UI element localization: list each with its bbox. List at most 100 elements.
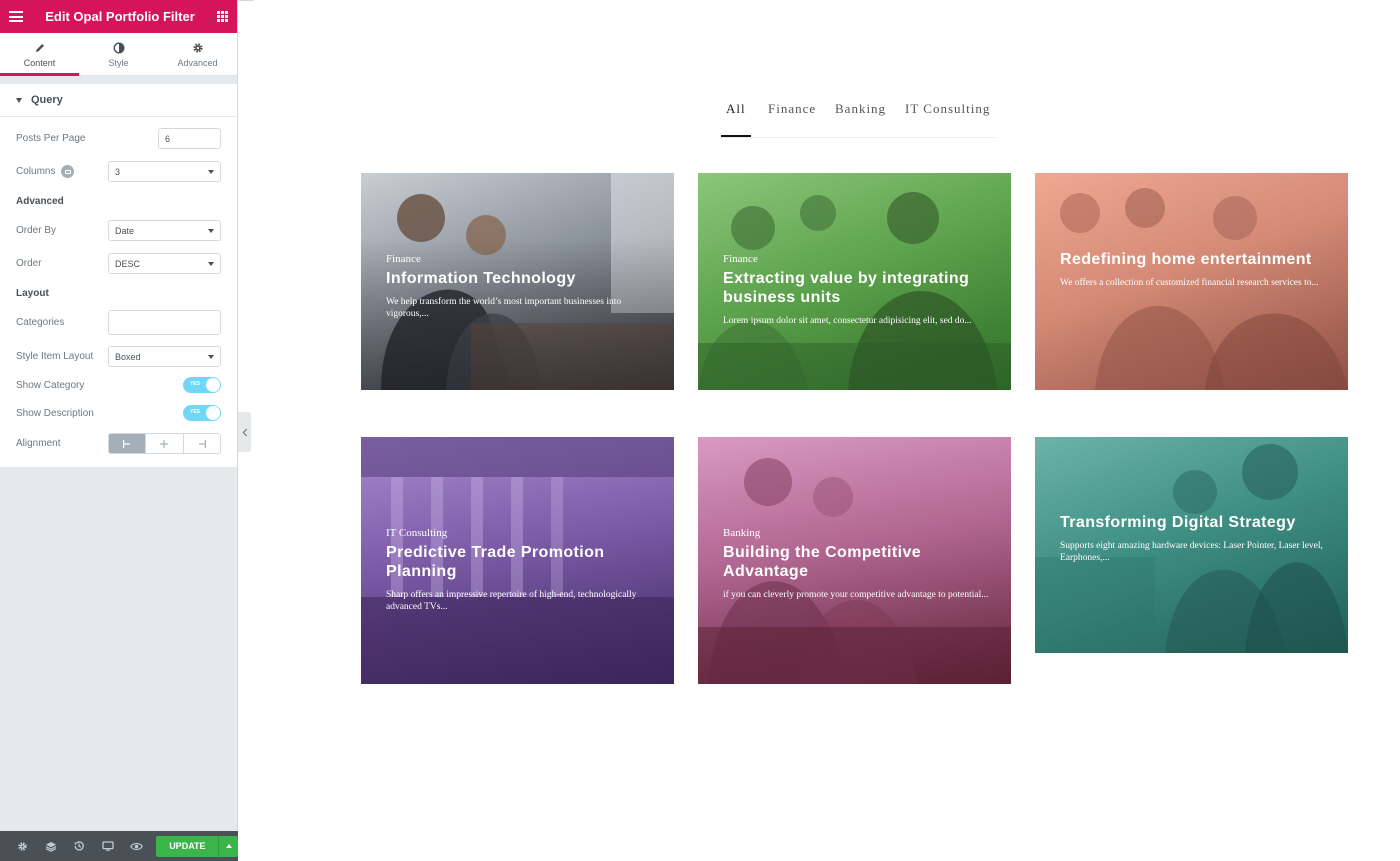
tab-style-label: Style (108, 57, 129, 68)
chevron-down-icon (208, 354, 214, 359)
card-title[interactable]: Extracting value by integrating business… (723, 269, 991, 307)
order-by-select[interactable]: Date (108, 220, 221, 241)
control-alignment: Alignment (0, 432, 237, 455)
card-title[interactable]: Building the Competitive Advantage (723, 543, 991, 581)
align-right-icon (198, 439, 206, 448)
style-item-layout-value: Boxed (115, 351, 141, 362)
card-title[interactable]: Information Technology (386, 269, 654, 288)
order-select[interactable]: DESC (108, 253, 221, 274)
filter-finance[interactable]: Finance (768, 101, 816, 117)
settings-icon[interactable] (8, 831, 36, 861)
portfolio-card-2[interactable]: Finance Extracting value by integrating … (698, 173, 1011, 390)
align-left-icon (123, 439, 131, 448)
posts-per-page-label: Posts Per Page (16, 133, 86, 144)
card-title[interactable]: Predictive Trade Promotion Planning (386, 543, 654, 581)
panel-footer: UPDATE (0, 831, 238, 861)
order-by-label: Order By (16, 225, 57, 236)
card-description: if you can cleverly promote your competi… (723, 590, 989, 600)
section-title: Query (31, 94, 63, 106)
portfolio-card-6[interactable]: Transforming Digital Strategy Supports e… (1035, 437, 1348, 653)
show-category-switch[interactable]: YES (183, 377, 221, 393)
categories-input[interactable] (108, 310, 221, 335)
categories-label: Categories (16, 317, 65, 328)
card-title[interactable]: Redefining home entertainment (1060, 250, 1328, 269)
section-query-toggle[interactable]: Query (0, 84, 237, 117)
control-style-item-layout: Style Item Layout Boxed (0, 345, 237, 368)
posts-per-page-input[interactable]: 6 (158, 128, 221, 149)
tab-content-label: Content (23, 57, 56, 68)
portfolio-card-3[interactable]: Redefining home entertainment We offers … (1035, 173, 1348, 390)
columns-value: 3 (115, 166, 121, 177)
filter-banking[interactable]: Banking (835, 101, 886, 117)
hamburger-menu-icon[interactable] (9, 11, 23, 22)
filter-all[interactable]: All (726, 101, 746, 117)
show-description-label: Show Description (16, 407, 94, 419)
gear-icon (192, 41, 204, 55)
responsive-device-icon[interactable] (61, 165, 75, 178)
tab-content[interactable]: Content (0, 33, 79, 76)
order-by-value: Date (115, 225, 135, 236)
chevron-down-icon (208, 228, 214, 233)
switch-state-label: YES (190, 409, 201, 415)
align-left-button[interactable] (109, 434, 146, 453)
top-divider (239, 0, 254, 1)
card-description: Supports eight amazing hardware devices:… (1060, 541, 1323, 563)
panel-body: Query Posts Per Page 6 Columns 3 Advance… (0, 84, 237, 467)
control-order: Order DESC (0, 252, 237, 275)
control-categories: Categories (0, 309, 237, 336)
switch-knob (206, 378, 220, 392)
align-center-icon (160, 439, 169, 448)
show-category-label: Show Category (16, 379, 85, 391)
order-value: DESC (115, 258, 141, 269)
tab-advanced[interactable]: Advanced (158, 33, 237, 75)
responsive-icon[interactable] (93, 831, 121, 861)
panel-tabs: Content Style Advanced (0, 33, 237, 76)
card-category: IT Consulting (386, 527, 448, 539)
widgets-grid-icon[interactable] (217, 11, 228, 22)
alignment-label: Alignment (16, 438, 61, 449)
advanced-heading: Advanced (16, 195, 64, 207)
editor-panel: Edit Opal Portfolio Filter Content Style (0, 0, 238, 861)
show-description-switch[interactable]: YES (183, 405, 221, 421)
control-posts-per-page: Posts Per Page 6 (0, 127, 237, 150)
card-description: We help transform the world’s most impor… (386, 297, 622, 319)
portfolio-card-5[interactable]: Banking Building the Competitive Advanta… (698, 437, 1011, 684)
style-item-layout-select[interactable]: Boxed (108, 346, 221, 367)
pencil-icon (34, 41, 46, 55)
update-options-button[interactable] (218, 835, 238, 857)
card-content: Finance Information Technology We help t… (386, 253, 654, 320)
control-order-by: Order By Date (0, 219, 237, 242)
align-center-button[interactable] (145, 434, 182, 453)
preview-icon[interactable] (122, 831, 150, 861)
align-right-button[interactable] (182, 434, 220, 453)
columns-select[interactable]: 3 (108, 161, 221, 182)
active-filter-indicator (721, 135, 751, 137)
tab-advanced-label: Advanced (177, 57, 218, 68)
filter-it-consulting[interactable]: IT Consulting (905, 101, 990, 117)
switch-state-label: YES (190, 381, 201, 387)
card-title[interactable]: Transforming Digital Strategy (1060, 513, 1328, 532)
portfolio-card-4[interactable]: IT Consulting Predictive Trade Promotion… (361, 437, 674, 684)
switch-knob (206, 406, 220, 420)
history-icon[interactable] (65, 831, 93, 861)
chevron-down-icon (208, 169, 214, 174)
control-show-description: Show Description YES (0, 404, 237, 422)
card-category: Finance (723, 253, 758, 265)
layers-icon[interactable] (36, 831, 64, 861)
control-show-category: Show Category YES (0, 376, 237, 394)
card-description: Lorem ipsum dolor sit amet, consectetur … (723, 316, 972, 326)
portfolio-filter-bar: All Finance Banking IT Consulting (721, 100, 995, 138)
caret-down-icon (16, 97, 22, 103)
half-circle-icon (112, 41, 125, 55)
card-description: Sharp offers an impressive repertoire of… (386, 590, 637, 612)
panel-header: Edit Opal Portfolio Filter (0, 0, 237, 33)
portfolio-card-1[interactable]: Finance Information Technology We help t… (361, 173, 674, 390)
alignment-choices (108, 433, 221, 454)
update-button[interactable]: UPDATE (156, 835, 219, 857)
layout-heading: Layout (16, 287, 49, 299)
tab-style[interactable]: Style (79, 33, 158, 75)
columns-label: Columns (16, 166, 56, 177)
card-content: Transforming Digital Strategy Supports e… (1060, 513, 1328, 564)
page-preview: All Finance Banking IT Consulting Financ… (239, 0, 1400, 861)
order-label: Order (16, 258, 42, 269)
